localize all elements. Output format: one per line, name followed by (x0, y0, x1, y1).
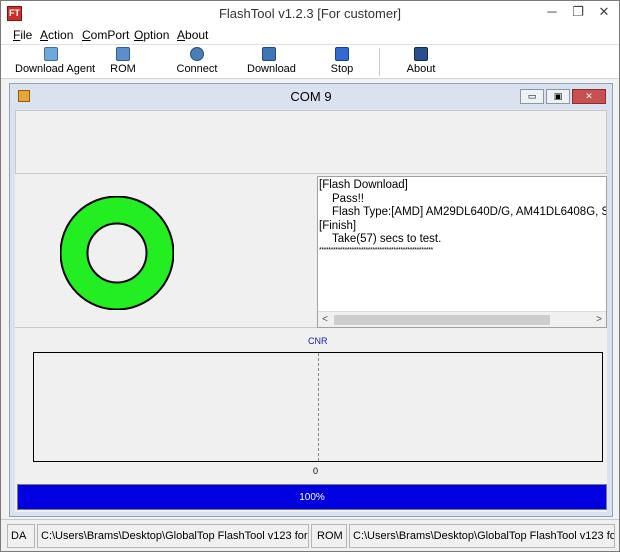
flashtool-window: FT FlashTool v1.2.3 [For customer] ─ ❐ ✕… (0, 0, 620, 552)
progress-text: 100% (299, 492, 325, 503)
download-button[interactable]: Download (247, 47, 296, 77)
log-line: Pass!! (332, 192, 364, 205)
child-minimize-button[interactable]: ▭ (520, 89, 544, 104)
log-line: ****************************************… (319, 246, 433, 254)
child-body: [Flash Download] Pass!! Flash Type:[AMD]… (15, 110, 607, 512)
stop-button[interactable]: Stop (327, 47, 357, 77)
rom-label: ROM (110, 63, 136, 75)
menu-about[interactable]: About (177, 28, 208, 42)
minimize-button[interactable]: ─ (539, 1, 565, 23)
status-panel: [Flash Download] Pass!! Flash Type:[AMD]… (15, 176, 607, 328)
menu-bar: File Action ComPort Option About (1, 27, 619, 45)
graph-tick-label: 0 (313, 466, 319, 476)
status-da-label: DA (7, 524, 35, 548)
download-agent-label: Download Agent (15, 63, 96, 75)
rom-button[interactable]: ROM (105, 47, 141, 77)
log-textbox[interactable]: [Flash Download] Pass!! Flash Type:[AMD]… (317, 176, 607, 328)
connect-button[interactable]: Connect (175, 47, 219, 77)
folder-icon (44, 47, 58, 61)
progress-bar: 100% (17, 484, 607, 510)
download-label: Download (247, 63, 296, 75)
graph-label: CNR (308, 336, 328, 346)
about-button[interactable]: About (405, 47, 437, 77)
toolbar: Download Agent ROM Connect Download Stop… (1, 45, 619, 79)
scroll-right-icon[interactable]: > (592, 313, 606, 327)
window-title: FlashTool v1.2.3 [For customer] (218, 6, 402, 21)
pass-ring-indicator (60, 196, 174, 310)
log-line: Flash Type:[AMD] AM29DL640D/G, AM41DL640… (332, 206, 607, 218)
log-line: [Finish] (319, 219, 357, 232)
log-horizontal-scrollbar[interactable]: < > (318, 311, 606, 327)
status-rom-label: ROM (311, 524, 347, 548)
com-port-child-window: COM 9 ▭ ▣ ✕ [Flash Download] Pass!! Flas… (9, 83, 613, 517)
cnr-graph (33, 352, 603, 462)
scroll-thumb[interactable] (334, 315, 550, 325)
status-rom-path: C:\Users\Brams\Desktop\GlobalTop FlashTo… (349, 524, 615, 548)
title-bar: FT FlashTool v1.2.3 [For customer] ─ ❐ ✕ (1, 1, 619, 27)
scroll-left-icon[interactable]: < (318, 313, 332, 327)
about-label: About (406, 63, 436, 75)
status-bar: DA C:\Users\Brams\Desktop\GlobalTop Flas… (1, 519, 619, 551)
child-title-bar: COM 9 ▭ ▣ ✕ (10, 84, 612, 108)
top-panel (15, 110, 607, 174)
graph-center-line (318, 353, 319, 461)
status-da-path: C:\Users\Brams\Desktop\GlobalTop FlashTo… (37, 524, 309, 548)
download-agent-button[interactable]: Download Agent (15, 47, 96, 77)
menu-option[interactable]: Option (134, 28, 169, 42)
maximize-button[interactable]: ❐ (565, 1, 591, 23)
stop-label: Stop (330, 63, 354, 75)
log-line: Take(57) secs to test. (332, 233, 442, 245)
connect-label: Connect (176, 63, 218, 75)
toolbar-separator (379, 48, 380, 76)
info-icon (414, 47, 428, 61)
child-restore-button[interactable]: ▣ (546, 89, 570, 104)
child-close-button[interactable]: ✕ (572, 89, 606, 104)
close-button[interactable]: ✕ (591, 1, 617, 23)
download-arrow-icon (262, 47, 276, 61)
menu-file[interactable]: File (13, 28, 32, 42)
menu-comport[interactable]: ComPort (82, 28, 129, 42)
log-line: [Flash Download] (319, 179, 408, 191)
stop-icon (335, 47, 349, 61)
menu-action[interactable]: Action (40, 28, 73, 42)
connect-icon (190, 47, 204, 61)
log-lines: [Flash Download] Pass!! Flash Type:[AMD]… (319, 179, 607, 255)
chip-icon (116, 47, 130, 61)
